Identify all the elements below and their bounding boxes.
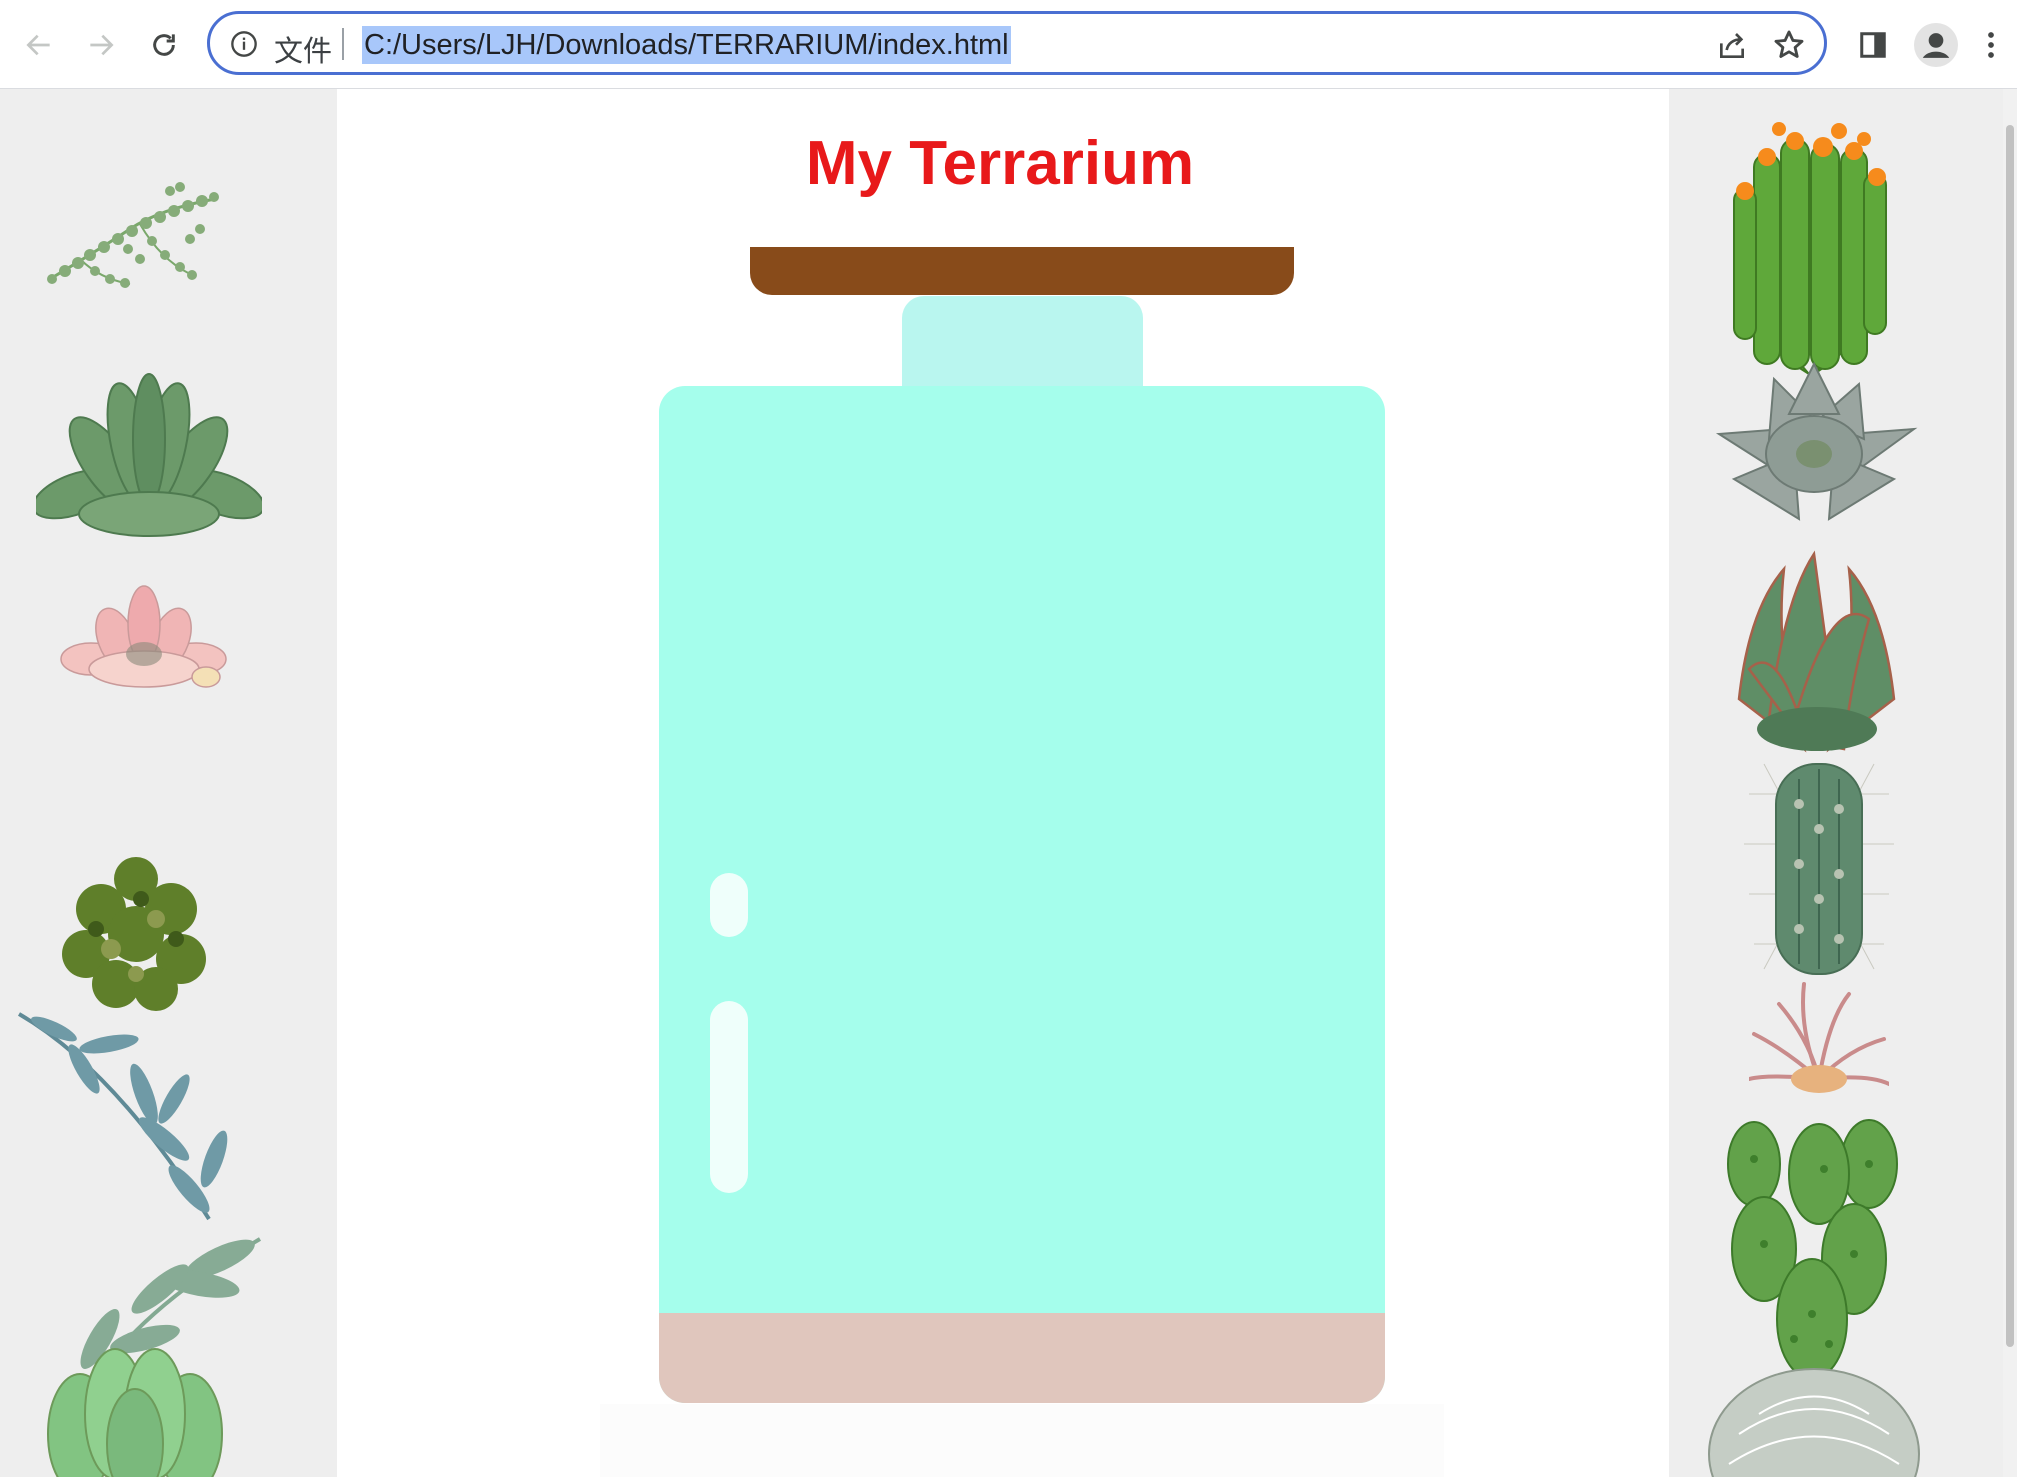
bookmark-star-icon[interactable] bbox=[1772, 28, 1806, 62]
forward-arrow-icon bbox=[90, 34, 114, 56]
string-of-pearls-plant-image[interactable] bbox=[40, 179, 230, 309]
side-panel-icon bbox=[1860, 32, 1886, 58]
dark-green-leafy-plant-image[interactable] bbox=[56, 849, 216, 1024]
flowering-aloe-image[interactable] bbox=[1719, 119, 1899, 379]
browser-toolbar: 文件 C:/Users/LJH/Downloads/TERRARIUM/inde… bbox=[0, 0, 2017, 89]
grey-echeveria-image[interactable] bbox=[1714, 359, 1919, 524]
reload-icon bbox=[153, 34, 175, 56]
red-tipped-aloe-image[interactable] bbox=[1729, 549, 1904, 754]
air-plant-image[interactable] bbox=[1749, 979, 1889, 1099]
jar-lid bbox=[750, 247, 1294, 295]
url-text[interactable]: C:/Users/LJH/Downloads/TERRARIUM/index.h… bbox=[362, 26, 1011, 64]
info-icon[interactable] bbox=[230, 30, 258, 58]
page-title: My Terrarium bbox=[805, 129, 1195, 198]
jade-succulent-image[interactable] bbox=[40, 1344, 230, 1477]
jar-bottom bbox=[600, 1404, 1444, 1477]
site-info-chip[interactable]: 文件 bbox=[274, 28, 332, 70]
back-button[interactable] bbox=[16, 22, 62, 68]
jar-glossy-short bbox=[710, 873, 748, 937]
reload-button[interactable] bbox=[141, 22, 187, 68]
left-plant-holder bbox=[0, 89, 337, 1477]
share-icon[interactable] bbox=[1716, 30, 1748, 62]
round-barrel-cactus-image[interactable] bbox=[1699, 1364, 1929, 1477]
jar-top bbox=[902, 296, 1143, 388]
eucalyptus-branch-image[interactable] bbox=[14, 1009, 264, 1229]
address-bar[interactable]: 文件 C:/Users/LJH/Downloads/TERRARIUM/inde… bbox=[207, 11, 1827, 75]
right-plant-holder bbox=[1669, 89, 2017, 1477]
jar-soil bbox=[659, 1313, 1385, 1403]
omnibox-separator bbox=[342, 28, 344, 60]
jar-body bbox=[659, 386, 1385, 1403]
more-vertical-icon bbox=[1988, 32, 1994, 58]
page-scrollbar-thumb[interactable] bbox=[2006, 125, 2014, 1347]
menu-button[interactable] bbox=[1976, 22, 2006, 68]
prickly-pear-cactus-image[interactable] bbox=[1724, 1119, 1899, 1379]
pink-echeveria-image[interactable] bbox=[56, 569, 231, 704]
profile-button[interactable] bbox=[1913, 22, 1959, 68]
forward-button[interactable] bbox=[78, 22, 124, 68]
back-arrow-icon bbox=[26, 34, 50, 56]
jar-glossy-long bbox=[710, 1001, 748, 1193]
spiny-cactus-image[interactable] bbox=[1744, 754, 1894, 979]
side-panel-button[interactable] bbox=[1850, 22, 1896, 68]
profile-avatar-icon bbox=[1914, 23, 1958, 67]
green-rosette-succulent-image[interactable] bbox=[36, 369, 262, 544]
